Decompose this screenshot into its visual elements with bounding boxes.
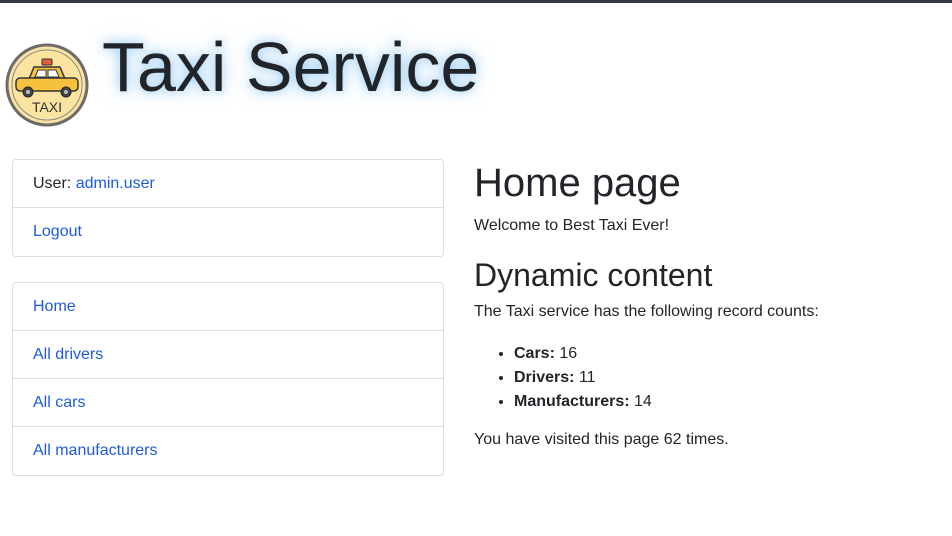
nav-link-home[interactable]: Home [33, 298, 76, 315]
logout-link[interactable]: Logout [33, 223, 82, 240]
site-header: TAXI Taxi Service [0, 3, 952, 133]
user-panel: User: admin.user Logout [12, 159, 444, 257]
nav-item-all-cars[interactable]: All cars [13, 379, 443, 427]
count-label: Cars: [514, 345, 555, 362]
count-label: Drivers: [514, 369, 575, 386]
record-counts-list: Cars: 16 Drivers: 11 Manufacturers: 14 [474, 342, 652, 414]
nav-item-home[interactable]: Home [13, 283, 443, 331]
nav-item-all-drivers[interactable]: All drivers [13, 331, 443, 379]
welcome-text: Welcome to Best Taxi Ever! [474, 217, 670, 234]
visits-suffix: times. [686, 431, 729, 448]
nav-link-all-manufacturers[interactable]: All manufacturers [33, 442, 158, 459]
nav-item-all-manufacturers[interactable]: All manufacturers [13, 427, 443, 475]
dynamic-content-heading: Dynamic content [474, 257, 713, 293]
main-nav: Home All drivers All cars All manufactur… [12, 282, 444, 476]
counts-intro-text: The Taxi service has the following recor… [474, 303, 819, 320]
username-link[interactable]: admin.user [76, 175, 155, 192]
taxi-logo-icon: TAXI [5, 43, 89, 127]
logout-item[interactable]: Logout [13, 208, 443, 256]
svg-text:TAXI: TAXI [32, 99, 62, 115]
nav-link-all-cars[interactable]: All cars [33, 394, 85, 411]
user-label: User: [33, 175, 72, 192]
site-title: Taxi Service [102, 28, 480, 106]
visits-count: 62 [663, 431, 682, 448]
current-user-item: User: admin.user [13, 160, 443, 208]
visit-counter-text: You have visited this page 62 times. [474, 430, 729, 450]
count-value: 11 [578, 369, 596, 386]
main-content: Home page Welcome to Best Taxi Ever! Dyn… [474, 160, 944, 448]
count-item-manufacturers: Manufacturers: 14 [514, 390, 652, 414]
page-title: Home page [474, 161, 681, 205]
count-item-cars: Cars: 16 [514, 342, 652, 366]
count-label: Manufacturers: [514, 393, 630, 410]
nav-link-all-drivers[interactable]: All drivers [33, 346, 103, 363]
count-value: 14 [634, 393, 652, 410]
count-value: 16 [559, 345, 578, 362]
visits-prefix: You have visited this page [474, 431, 660, 448]
count-item-drivers: Drivers: 11 [514, 366, 652, 390]
